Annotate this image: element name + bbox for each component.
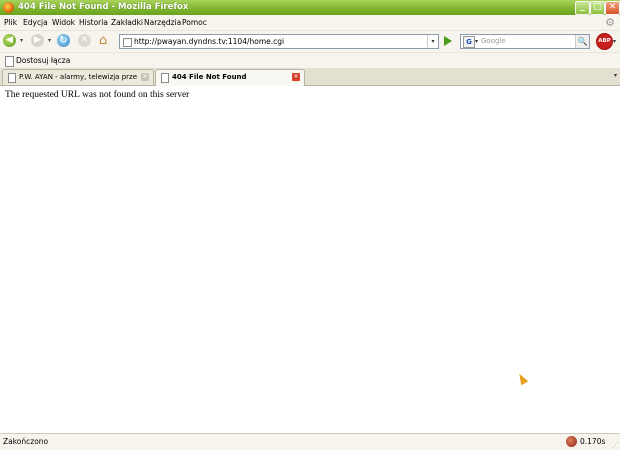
tab-label: P.W. AYAN - alarmy, telewizja przemy... [19, 73, 137, 81]
search-engine-dropdown-icon[interactable]: ▾ [475, 38, 478, 45]
bookmarks-toolbar: Dostosuj łącza [0, 52, 620, 69]
search-engine-icon[interactable]: G [463, 36, 475, 48]
stop-button[interactable]: ✕ [78, 34, 91, 47]
go-button[interactable] [444, 36, 452, 46]
tab-page-icon [8, 73, 16, 83]
throbber-icon: ⚙ [605, 16, 615, 29]
search-box[interactable]: G ▾ Google 🔍 [460, 34, 590, 49]
adblock-dropdown-icon[interactable]: ▾ [613, 38, 616, 45]
url-dropdown-button[interactable]: ▾ [427, 35, 438, 48]
menu-bar: Plik Edycja Widok Historia Zakładki Narz… [0, 15, 620, 31]
tab-close-icon[interactable]: ✕ [292, 73, 300, 81]
load-time: 0.170s [580, 437, 606, 446]
status-text: Zakończono [3, 437, 49, 446]
tab-label: 404 File Not Found [172, 73, 247, 81]
tab-pw-ayan[interactable]: P.W. AYAN - alarmy, telewizja przemy... … [2, 69, 154, 85]
list-all-tabs-icon[interactable]: ▾ [614, 72, 617, 79]
title-bar: 404 File Not Found - Mozilla Firefox _ □… [0, 0, 620, 15]
adblock-plus-button[interactable]: ABP [596, 33, 613, 50]
menu-history[interactable]: Historia [79, 18, 108, 27]
menu-help[interactable]: Pomoc [182, 18, 207, 27]
close-window-button[interactable]: ✕ [605, 1, 620, 15]
bookmark-page-icon [5, 56, 14, 67]
menu-edit[interactable]: Edycja [23, 18, 48, 27]
minimize-button[interactable]: _ [575, 1, 590, 15]
tab-bar: P.W. AYAN - alarmy, telewizja przemy... … [0, 68, 620, 86]
menu-bookmarks[interactable]: Zakładki [111, 18, 143, 27]
search-input[interactable]: Google [481, 37, 506, 45]
reload-button[interactable]: ↻ [57, 34, 70, 47]
tab-404-not-found[interactable]: 404 File Not Found ✕ [155, 69, 305, 86]
status-bar: Zakończono 0.170s ⋰ [0, 433, 620, 450]
error-message: The requested URL was not found on this … [5, 90, 190, 100]
back-button[interactable]: ◀ [3, 34, 16, 47]
menu-tools[interactable]: Narzędzia [144, 18, 181, 27]
maximize-button[interactable]: □ [590, 1, 605, 15]
bookmark-customize-links[interactable]: Dostosuj łącza [16, 56, 70, 65]
back-history-dropdown[interactable]: ▾ [20, 37, 23, 44]
search-icon[interactable]: 🔍 [575, 35, 589, 48]
resize-grip-icon[interactable]: ⋰ [612, 441, 619, 449]
forward-history-dropdown[interactable]: ▾ [48, 37, 51, 44]
url-input[interactable]: http://pwayan.dyndns.tv:1104/home.cgi [134, 37, 284, 46]
tab-close-icon[interactable]: ✕ [141, 73, 149, 81]
load-time-icon [566, 436, 577, 447]
home-button[interactable]: ⌂ [99, 33, 107, 48]
menu-file[interactable]: Plik [4, 18, 17, 27]
forward-button[interactable]: ▶ [31, 34, 44, 47]
menu-view[interactable]: Widok [52, 18, 75, 27]
tab-page-icon [161, 73, 169, 83]
firefox-logo-icon [3, 2, 14, 13]
page-icon [123, 38, 132, 47]
address-bar[interactable]: http://pwayan.dyndns.tv:1104/home.cgi ▾ [119, 34, 439, 49]
window-title: 404 File Not Found - Mozilla Firefox [18, 2, 189, 12]
